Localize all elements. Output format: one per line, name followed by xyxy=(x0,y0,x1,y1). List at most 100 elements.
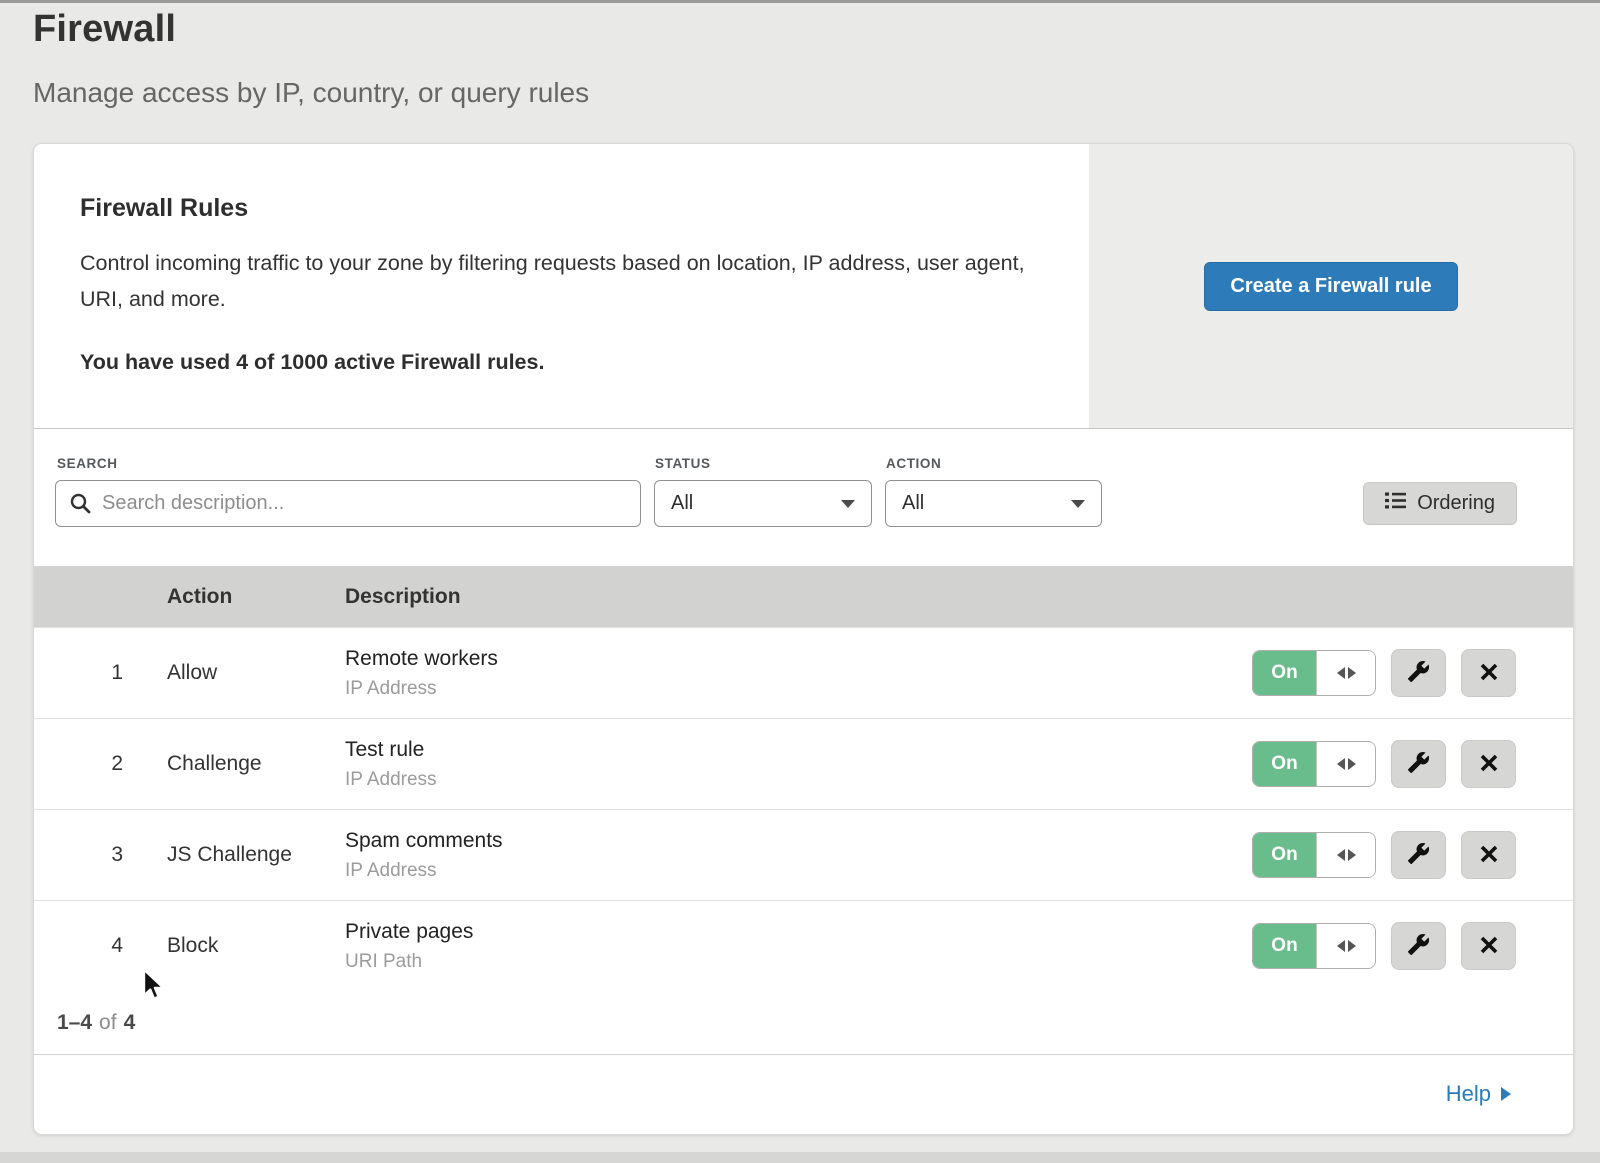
rule-match-field: IP Address xyxy=(345,678,1252,700)
search-label: SEARCH xyxy=(57,456,118,471)
rule-enabled-toggle[interactable]: On xyxy=(1252,650,1376,696)
rule-description-title: Remote workers xyxy=(345,647,1252,671)
action-label: ACTION xyxy=(886,456,941,471)
screenshot-top-edge xyxy=(0,0,1600,3)
pagination-range: 1–4 of 4 xyxy=(34,991,1573,1054)
rule-description: Private pages URI Path xyxy=(345,920,1252,973)
wrench-icon xyxy=(1407,751,1430,777)
rules-usage-text: You have used 4 of 1000 active Firewall … xyxy=(80,350,1049,375)
wrench-icon xyxy=(1407,660,1430,686)
rule-controls: On xyxy=(1252,922,1573,970)
rule-priority: 1 xyxy=(34,661,167,685)
table-row: 4 Block Private pages URI Path On xyxy=(34,900,1573,991)
triangle-left-icon xyxy=(1337,758,1345,770)
triangle-left-icon xyxy=(1337,940,1345,952)
rule-priority: 3 xyxy=(34,843,167,867)
create-firewall-rule-button[interactable]: Create a Firewall rule xyxy=(1204,262,1457,311)
edit-rule-button[interactable] xyxy=(1391,922,1446,970)
rule-action: Challenge xyxy=(167,752,345,776)
rule-priority: 4 xyxy=(34,934,167,958)
toggle-on-label: On xyxy=(1253,651,1316,695)
firewall-rules-card: Firewall Rules Control incoming traffic … xyxy=(33,143,1574,1135)
toggle-on-label: On xyxy=(1253,742,1316,786)
hero-action-panel: Create a Firewall rule xyxy=(1089,144,1573,428)
range-text: 1–4 xyxy=(57,1011,92,1035)
delete-rule-button[interactable] xyxy=(1461,649,1516,697)
chevron-down-icon xyxy=(1071,500,1085,508)
table-row: 3 JS Challenge Spam comments IP Address … xyxy=(34,809,1573,900)
description-column-header: Description xyxy=(345,585,1573,609)
delete-rule-button[interactable] xyxy=(1461,922,1516,970)
wrench-icon xyxy=(1407,933,1430,959)
delete-rule-button[interactable] xyxy=(1461,740,1516,788)
rule-enabled-toggle[interactable]: On xyxy=(1252,741,1376,787)
rule-controls: On xyxy=(1252,649,1573,697)
status-label: STATUS xyxy=(655,456,711,471)
search-field-wrap xyxy=(55,480,641,527)
page-subtitle: Manage access by IP, country, or query r… xyxy=(33,77,589,109)
table-header: Action Description xyxy=(34,566,1573,627)
rule-priority: 2 xyxy=(34,752,167,776)
rule-controls: On xyxy=(1252,831,1573,879)
toggle-handle xyxy=(1316,924,1375,968)
rule-description-title: Test rule xyxy=(345,738,1252,762)
wrench-icon xyxy=(1407,842,1430,868)
help-link-label: Help xyxy=(1446,1081,1491,1107)
chevron-down-icon xyxy=(841,500,855,508)
table-row: 1 Allow Remote workers IP Address On xyxy=(34,627,1573,718)
triangle-left-icon xyxy=(1337,849,1345,861)
rule-match-field: IP Address xyxy=(345,769,1252,791)
search-icon xyxy=(69,492,92,520)
rule-description: Spam comments IP Address xyxy=(345,829,1252,882)
hero-section: Firewall Rules Control incoming traffic … xyxy=(34,144,1573,429)
edit-rule-button[interactable] xyxy=(1391,649,1446,697)
rule-description-title: Private pages xyxy=(345,920,1252,944)
rule-match-field: URI Path xyxy=(345,951,1252,973)
screenshot-bottom-edge xyxy=(0,1152,1600,1163)
rule-action: Block xyxy=(167,934,345,958)
hero-heading: Firewall Rules xyxy=(80,194,1049,223)
action-select[interactable]: All xyxy=(885,480,1102,527)
rule-controls: On xyxy=(1252,740,1573,788)
rule-description: Test rule IP Address xyxy=(345,738,1252,791)
triangle-right-icon xyxy=(1348,849,1356,861)
page-title: Firewall xyxy=(33,8,589,51)
edit-rule-button[interactable] xyxy=(1391,740,1446,788)
toggle-on-label: On xyxy=(1253,833,1316,877)
filters-bar: SEARCH STATUS All ACTION All Ordering xyxy=(34,429,1573,566)
action-column-header: Action xyxy=(167,585,345,609)
delete-rule-button[interactable] xyxy=(1461,831,1516,879)
toggle-handle xyxy=(1316,651,1375,695)
triangle-right-icon xyxy=(1348,667,1356,679)
toggle-handle xyxy=(1316,833,1375,877)
close-icon xyxy=(1479,662,1499,685)
edit-rule-button[interactable] xyxy=(1391,831,1446,879)
triangle-right-icon xyxy=(1348,758,1356,770)
page-header: Firewall Manage access by IP, country, o… xyxy=(33,8,589,109)
status-select[interactable]: All xyxy=(654,480,872,527)
close-icon xyxy=(1479,753,1499,776)
hero-description: Control incoming traffic to your zone by… xyxy=(80,245,1030,317)
rule-enabled-toggle[interactable]: On xyxy=(1252,832,1376,878)
rule-description-title: Spam comments xyxy=(345,829,1252,853)
ordering-button[interactable]: Ordering xyxy=(1363,482,1517,525)
ordering-button-label: Ordering xyxy=(1417,492,1495,515)
search-input[interactable] xyxy=(55,480,641,527)
table-row: 2 Challenge Test rule IP Address On xyxy=(34,718,1573,809)
rule-action: JS Challenge xyxy=(167,843,345,867)
close-icon xyxy=(1479,935,1499,958)
help-link[interactable]: Help xyxy=(1446,1081,1511,1107)
toggle-handle xyxy=(1316,742,1375,786)
right-triangle-icon xyxy=(1501,1087,1511,1101)
hero-text: Firewall Rules Control incoming traffic … xyxy=(34,144,1089,428)
rule-description: Remote workers IP Address xyxy=(345,647,1252,700)
list-icon xyxy=(1385,492,1406,515)
help-row: Help xyxy=(34,1054,1573,1133)
rule-action: Allow xyxy=(167,661,345,685)
rule-enabled-toggle[interactable]: On xyxy=(1252,923,1376,969)
status-select-value: All xyxy=(671,492,693,515)
toggle-on-label: On xyxy=(1253,924,1316,968)
range-of-text: of xyxy=(99,1011,117,1035)
close-icon xyxy=(1479,844,1499,867)
rule-match-field: IP Address xyxy=(345,860,1252,882)
